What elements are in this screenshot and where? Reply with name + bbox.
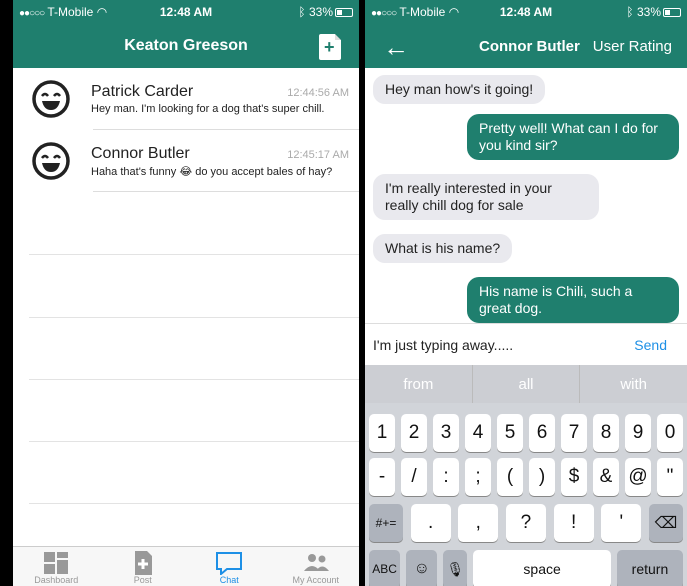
key[interactable]: & [593,458,619,496]
divider [29,317,359,318]
list-item[interactable]: Patrick Carder 12:44:56 AM Hey man. I'm … [13,68,359,130]
key[interactable]: / [401,458,427,496]
divider [29,254,359,255]
status-time: 12:48 AM [159,5,213,19]
timestamp: 12:45:17 AM [287,148,349,161]
key[interactable]: " [657,458,683,496]
tab-post[interactable]: Post [100,547,187,586]
account-icon [303,554,329,571]
key[interactable]: 9 [625,414,651,452]
nav-bar: Keaton Greeson + [13,24,359,68]
return-key[interactable]: return [616,550,683,586]
chat-icon [216,552,243,575]
key-row: 1 2 3 4 5 6 7 8 9 0 [365,414,687,452]
key-row: - / : ; ( ) $ & @ " [365,458,687,496]
header: ●●○○○ T-Mobile ◠ 12:48 AM ᛒ 33% ← Connor… [365,0,687,68]
key[interactable]: 4 [465,414,491,452]
message-preview: Haha that's funny 😂 do you accept bales … [91,165,333,178]
message-thread: Hey man how's it going! Pretty well! Wha… [365,68,687,323]
chat-list: Patrick Carder 12:44:56 AM Hey man. I'm … [13,68,359,192]
key[interactable]: 5 [497,414,523,452]
key[interactable]: , [458,504,499,542]
microphone-icon[interactable]: 🎙 [443,550,468,586]
user-rating-button[interactable]: User Rating [593,38,672,55]
key[interactable]: 1 [369,414,395,452]
key[interactable]: ; [465,458,491,496]
list-item[interactable]: Connor Butler 12:45:17 AM Haha that's fu… [13,130,359,192]
suggestion[interactable]: from [365,365,473,403]
incoming-message: What is his name? [373,234,513,263]
key[interactable]: 2 [401,414,427,452]
key[interactable]: @ [625,458,651,496]
battery-icon [663,8,681,18]
back-arrow-icon[interactable]: ← [383,32,409,63]
divider [29,503,359,504]
key[interactable]: ) [529,458,555,496]
contact-name: Patrick Carder [91,83,194,100]
header: ●●○○○ T-Mobile ◠ 12:48 AM ᛒ 33% Keaton G… [13,0,359,68]
key[interactable]: 6 [529,414,555,452]
outgoing-message: His name is Chili, such a great dog. [467,277,679,323]
key[interactable]: 7 [561,414,587,452]
key[interactable]: ' [601,504,642,542]
new-chat-icon[interactable]: + [319,34,341,60]
status-time: 12:48 AM [499,5,553,19]
message-input[interactable]: I'm just typing away..... [373,337,634,353]
chat-list-screen: ●●○○○ T-Mobile ◠ 12:48 AM ᛒ 33% Keaton G… [13,0,359,586]
key[interactable]: ? [505,504,546,542]
page-title: Connor Butler [479,37,580,55]
incoming-message: Hey man how's it going! [373,75,546,104]
tab-dashboard[interactable]: Dashboard [13,547,100,586]
key[interactable]: . [410,504,451,542]
suggestion[interactable]: with [580,365,687,403]
tab-label: My Account [292,575,340,585]
key[interactable]: 8 [593,414,619,452]
key[interactable]: 3 [433,414,459,452]
divider [29,379,359,380]
space-key[interactable]: space [473,550,611,586]
backspace-icon[interactable]: ⌫ [648,504,683,542]
keyboard: from all with 1 2 3 4 5 6 7 8 9 0 - / : … [365,365,687,586]
status-bar: ●●○○○ T-Mobile ◠ 12:48 AM ᛒ 33% [13,0,359,24]
suggestion[interactable]: all [473,365,581,403]
key[interactable]: ! [553,504,594,542]
key-row: ABC ☺ 🎙 space return [365,550,687,586]
divider [29,441,359,442]
conversation-screen: ●●○○○ T-Mobile ◠ 12:48 AM ᛒ 33% ← Connor… [365,0,687,586]
incoming-message: I'm really interested in your really chi… [373,174,599,220]
key[interactable]: ( [497,458,523,496]
tab-bar: Dashboard Post Chat My Account [13,546,359,586]
key[interactable]: $ [561,458,587,496]
key[interactable]: : [433,458,459,496]
outgoing-message: Pretty well! What can I do for you kind … [467,114,679,160]
key-row: #+= . , ? ! ' ⌫ [365,504,687,542]
tab-my-account[interactable]: My Account [273,547,360,586]
tab-chat[interactable]: Chat [186,547,273,586]
dashboard-icon [44,552,69,574]
smiley-avatar-icon [32,80,70,118]
tab-label: Chat [219,575,239,585]
page-title: Keaton Greeson [124,37,248,54]
post-icon [134,551,152,575]
smiley-avatar-icon [32,142,70,180]
key[interactable]: 0 [657,414,683,452]
send-button[interactable]: Send [634,337,667,353]
message-composer: I'm just typing away..... Send [365,323,687,365]
emoji-icon[interactable]: ☺ [406,550,438,586]
key[interactable]: - [369,458,395,496]
status-bar: ●●○○○ T-Mobile ◠ 12:48 AM ᛒ 33% [365,0,687,24]
message-preview: Hey man. I'm looking for a dog that's su… [91,103,325,115]
abc-key[interactable]: ABC [369,550,401,586]
nav-bar: ← Connor Butler User Rating [365,24,687,68]
tab-label: Dashboard [34,575,79,585]
battery-icon [335,8,353,18]
symbols-key[interactable]: #+= [369,504,403,542]
suggestion-bar: from all with [365,365,687,403]
tab-label: Post [133,575,152,585]
divider [93,191,359,192]
contact-name: Connor Butler [91,144,190,162]
timestamp: 12:44:56 AM [287,87,349,99]
